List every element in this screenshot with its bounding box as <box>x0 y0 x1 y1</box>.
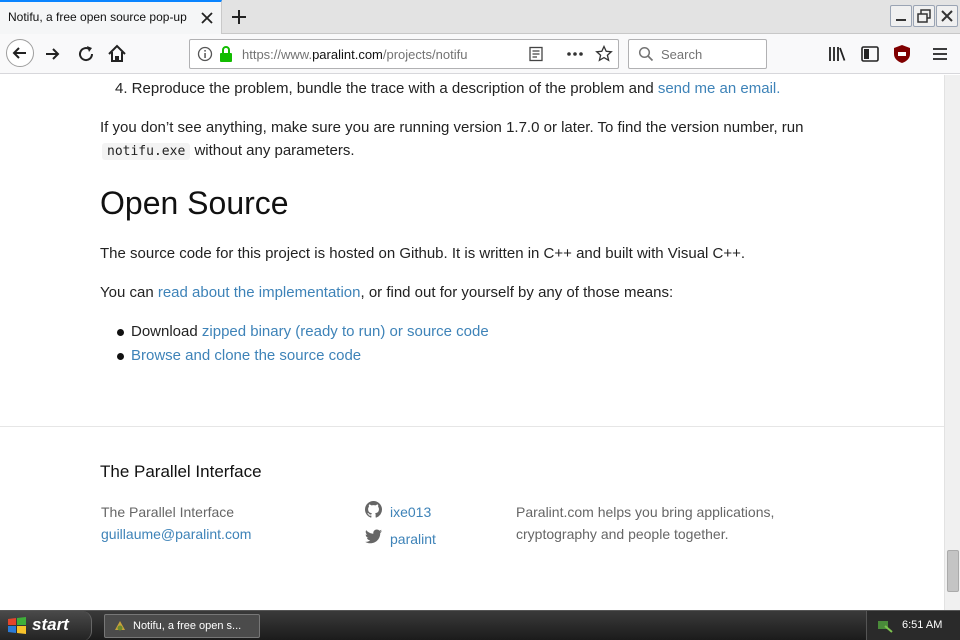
browse-source-link[interactable]: Browse and clone the source code <box>131 347 361 364</box>
windows-logo-icon <box>6 616 28 640</box>
start-label: start <box>32 615 69 634</box>
network-icon[interactable] <box>876 618 894 638</box>
app-icon <box>112 618 128 638</box>
send-email-link[interactable]: send me an email. <box>658 80 781 97</box>
github-icon <box>365 501 382 522</box>
footer-email-link[interactable]: guillaume@paralint.com <box>101 526 251 542</box>
start-button[interactable]: start <box>0 611 92 640</box>
new-tab-icon[interactable] <box>228 6 250 28</box>
version-paragraph-line2: notifu.exe without any parameters. <box>102 142 355 160</box>
close-window-icon[interactable] <box>936 5 958 27</box>
taskbar-item-label: Notifu, a free open s... <box>133 620 242 632</box>
restore-icon[interactable] <box>913 5 935 27</box>
taskbar: start Notifu, a free open s... 6:51 AM <box>0 610 960 640</box>
version-paragraph-line1: If you don’t see anything, make sure you… <box>100 119 804 136</box>
info-icon[interactable] <box>197 46 213 66</box>
url-text: https://www.paralint.com/projects/notifu <box>242 47 468 62</box>
clock: 6:51 AM <box>902 619 943 631</box>
bullet-1 <box>117 329 124 336</box>
step-4: 4. Reproduce the problem, bundle the tra… <box>115 80 781 97</box>
twitter-link[interactable]: paralint <box>390 531 436 547</box>
tab-strip: Notifu, a free open source pop-up <box>0 0 960 34</box>
footer-org: The Parallel Interface <box>101 504 235 520</box>
github-link[interactable]: ixe013 <box>390 504 431 520</box>
menu-icon[interactable] <box>929 43 955 69</box>
close-tab-icon[interactable] <box>198 9 216 27</box>
notifu-exe-code: notifu.exe <box>102 143 191 160</box>
footer-divider <box>0 426 944 427</box>
footer-tagline-1: Paralint.com helps you bring application… <box>516 504 775 520</box>
forward-icon[interactable] <box>40 41 66 67</box>
lock-icon <box>218 45 234 67</box>
twitter-icon <box>365 529 382 548</box>
tab-title: Notifu, a free open source pop-up <box>8 10 187 24</box>
reader-view-icon[interactable] <box>528 46 544 66</box>
taskbar-firefox-item[interactable]: Notifu, a free open s... <box>104 614 260 638</box>
search-input[interactable]: Search <box>661 47 702 62</box>
tab-notifu[interactable]: Notifu, a free open source pop-up <box>0 0 222 34</box>
scrollbar-thumb[interactable] <box>947 550 959 592</box>
system-tray: 6:51 AM <box>866 611 960 640</box>
footer-title: The Parallel Interface <box>100 462 262 481</box>
search-icon <box>638 46 654 66</box>
implementation-paragraph: You can read about the implementation, o… <box>100 284 674 301</box>
minimize-icon[interactable] <box>890 5 912 27</box>
list-item-browse: Browse and clone the source code <box>131 347 361 364</box>
footer-tagline-2: cryptography and people together. <box>516 526 729 542</box>
url-bar[interactable]: https://www.paralint.com/projects/notifu <box>189 39 619 69</box>
reload-icon[interactable] <box>73 41 99 67</box>
back-icon[interactable] <box>6 39 34 67</box>
open-source-heading: Open Source <box>100 185 289 221</box>
search-bar[interactable]: Search <box>628 39 767 69</box>
library-icon[interactable] <box>826 43 852 69</box>
page-content: 4. Reproduce the problem, bundle the tra… <box>0 75 944 610</box>
nav-bar: https://www.paralint.com/projects/notifu… <box>0 34 960 74</box>
download-link[interactable]: zipped binary (ready to run) or source c… <box>202 323 489 340</box>
bullet-2 <box>117 353 124 360</box>
bookmark-star-icon[interactable] <box>595 44 613 67</box>
source-paragraph: The source code for this project is host… <box>100 245 746 262</box>
home-icon[interactable] <box>104 41 130 67</box>
sidebar-icon[interactable] <box>859 43 885 69</box>
page-actions-icon[interactable] <box>565 46 585 66</box>
ublock-shield-icon[interactable] <box>891 43 917 69</box>
list-item-download: Download zipped binary (ready to run) or… <box>131 323 489 340</box>
read-implementation-link[interactable]: read about the implementation <box>158 284 361 301</box>
vertical-scrollbar[interactable] <box>944 75 960 610</box>
